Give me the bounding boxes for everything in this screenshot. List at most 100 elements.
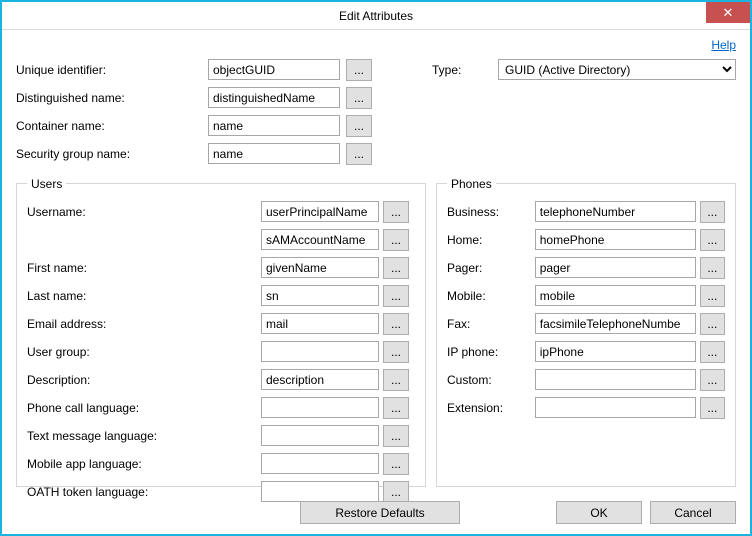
client-area: Help Unique identifier: ... Type: GUID (… bbox=[2, 30, 750, 534]
business-input[interactable] bbox=[535, 201, 696, 222]
type-label: Type: bbox=[432, 63, 492, 77]
window-title: Edit Attributes bbox=[339, 9, 413, 23]
last-name-browse-button[interactable]: ... bbox=[383, 285, 409, 307]
row-text-msg-lang: Text message language: ... bbox=[27, 425, 415, 447]
mobile-app-lang-browse-button[interactable]: ... bbox=[383, 453, 409, 475]
email-browse-button[interactable]: ... bbox=[383, 313, 409, 335]
cancel-button[interactable]: Cancel bbox=[650, 501, 736, 524]
pager-browse-button[interactable]: ... bbox=[700, 257, 725, 279]
row-username-alt: ... bbox=[27, 229, 415, 251]
phones-group: Phones Business: ... Home: ... Pager: bbox=[436, 177, 736, 487]
ok-button[interactable]: OK bbox=[556, 501, 642, 524]
text-msg-lang-input[interactable] bbox=[261, 425, 379, 446]
unique-identifier-label: Unique identifier: bbox=[16, 63, 202, 77]
last-name-label: Last name: bbox=[27, 289, 257, 303]
type-select[interactable]: GUID (Active Directory) bbox=[498, 59, 736, 80]
row-ip-phone: IP phone: ... bbox=[447, 341, 725, 363]
ip-phone-input[interactable] bbox=[535, 341, 696, 362]
row-phone-call-lang: Phone call language: ... bbox=[27, 397, 415, 419]
first-name-label: First name: bbox=[27, 261, 257, 275]
business-browse-button[interactable]: ... bbox=[700, 201, 725, 223]
phone-call-lang-browse-button[interactable]: ... bbox=[383, 397, 409, 419]
text-msg-lang-browse-button[interactable]: ... bbox=[383, 425, 409, 447]
security-group-name-browse-button[interactable]: ... bbox=[346, 143, 372, 165]
custom-input[interactable] bbox=[535, 369, 696, 390]
close-button[interactable]: ✕ bbox=[706, 2, 750, 23]
row-security-group-name: Security group name: ... bbox=[16, 143, 736, 165]
unique-identifier-input[interactable] bbox=[208, 59, 340, 80]
row-mobile: Mobile: ... bbox=[447, 285, 725, 307]
home-input[interactable] bbox=[535, 229, 696, 250]
email-label: Email address: bbox=[27, 317, 257, 331]
unique-identifier-browse-button[interactable]: ... bbox=[346, 59, 372, 81]
home-label: Home: bbox=[447, 233, 531, 247]
mobile-app-lang-input[interactable] bbox=[261, 453, 379, 474]
mobile-browse-button[interactable]: ... bbox=[700, 285, 725, 307]
user-group-browse-button[interactable]: ... bbox=[383, 341, 409, 363]
restore-defaults-button[interactable]: Restore Defaults bbox=[300, 501, 460, 524]
description-browse-button[interactable]: ... bbox=[383, 369, 409, 391]
row-container-name: Container name: ... bbox=[16, 115, 736, 137]
users-legend: Users bbox=[27, 177, 66, 191]
help-link[interactable]: Help bbox=[711, 38, 736, 53]
users-rows: Username: ... ... First name: ... bbox=[27, 201, 415, 503]
business-label: Business: bbox=[447, 205, 531, 219]
username-label: Username: bbox=[27, 205, 257, 219]
email-input[interactable] bbox=[261, 313, 379, 334]
mobile-input[interactable] bbox=[535, 285, 696, 306]
last-name-input[interactable] bbox=[261, 285, 379, 306]
first-name-input[interactable] bbox=[261, 257, 379, 278]
distinguished-name-browse-button[interactable]: ... bbox=[346, 87, 372, 109]
row-description: Description: ... bbox=[27, 369, 415, 391]
username-browse-button[interactable]: ... bbox=[383, 201, 409, 223]
extension-input[interactable] bbox=[535, 397, 696, 418]
row-email: Email address: ... bbox=[27, 313, 415, 335]
close-icon: ✕ bbox=[723, 5, 734, 21]
row-distinguished-name: Distinguished name: ... bbox=[16, 87, 736, 109]
ip-phone-browse-button[interactable]: ... bbox=[700, 341, 725, 363]
fax-browse-button[interactable]: ... bbox=[700, 313, 725, 335]
container-name-input[interactable] bbox=[208, 115, 340, 136]
description-label: Description: bbox=[27, 373, 257, 387]
distinguished-name-input[interactable] bbox=[208, 87, 340, 108]
row-pager: Pager: ... bbox=[447, 257, 725, 279]
text-msg-lang-label: Text message language: bbox=[27, 429, 257, 443]
row-extension: Extension: ... bbox=[447, 397, 725, 419]
pager-label: Pager: bbox=[447, 261, 531, 275]
row-user-group: User group: ... bbox=[27, 341, 415, 363]
container-name-label: Container name: bbox=[16, 119, 202, 133]
username-input[interactable] bbox=[261, 201, 379, 222]
pager-input[interactable] bbox=[535, 257, 696, 278]
distinguished-name-label: Distinguished name: bbox=[16, 91, 202, 105]
ip-phone-label: IP phone: bbox=[447, 345, 531, 359]
row-username: Username: ... bbox=[27, 201, 415, 223]
username-alt-browse-button[interactable]: ... bbox=[383, 229, 409, 251]
row-fax: Fax: ... bbox=[447, 313, 725, 335]
footer: Restore Defaults OK Cancel bbox=[16, 491, 736, 524]
username-alt-input[interactable] bbox=[261, 229, 379, 250]
first-name-browse-button[interactable]: ... bbox=[383, 257, 409, 279]
home-browse-button[interactable]: ... bbox=[700, 229, 725, 251]
security-group-name-label: Security group name: bbox=[16, 147, 202, 161]
extension-label: Extension: bbox=[447, 401, 531, 415]
fax-input[interactable] bbox=[535, 313, 696, 334]
phones-legend: Phones bbox=[447, 177, 496, 191]
row-mobile-app-lang: Mobile app language: ... bbox=[27, 453, 415, 475]
security-group-name-input[interactable] bbox=[208, 143, 340, 164]
phones-rows: Business: ... Home: ... Pager: ... bbox=[447, 201, 725, 419]
edit-attributes-dialog: Edit Attributes ✕ Help Unique identifier… bbox=[0, 0, 752, 536]
description-input[interactable] bbox=[261, 369, 379, 390]
custom-browse-button[interactable]: ... bbox=[700, 369, 725, 391]
phone-call-lang-label: Phone call language: bbox=[27, 401, 257, 415]
row-home: Home: ... bbox=[447, 229, 725, 251]
mobile-app-lang-label: Mobile app language: bbox=[27, 457, 257, 471]
users-group: Users Username: ... ... First name: bbox=[16, 177, 426, 487]
row-first-name: First name: ... bbox=[27, 257, 415, 279]
extension-browse-button[interactable]: ... bbox=[700, 397, 725, 419]
titlebar: Edit Attributes ✕ bbox=[2, 2, 750, 30]
container-name-browse-button[interactable]: ... bbox=[346, 115, 372, 137]
groups: Users Username: ... ... First name: bbox=[16, 177, 736, 487]
phone-call-lang-input[interactable] bbox=[261, 397, 379, 418]
row-custom: Custom: ... bbox=[447, 369, 725, 391]
user-group-input[interactable] bbox=[261, 341, 379, 362]
